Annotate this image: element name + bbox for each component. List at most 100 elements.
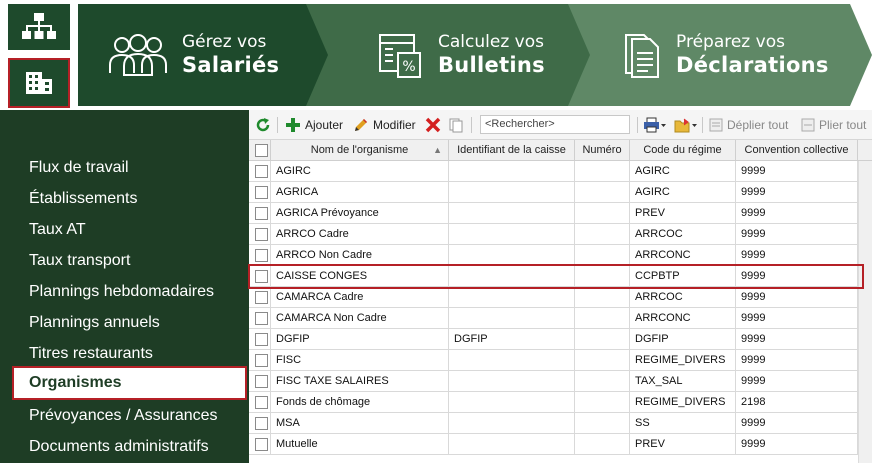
table-cell[interactable]: DGFIP — [271, 329, 449, 350]
table-cell[interactable]: 2198 — [736, 392, 858, 413]
table-cell[interactable]: 9999 — [736, 350, 858, 371]
row-checkbox[interactable] — [255, 270, 268, 283]
table-cell[interactable]: 9999 — [736, 266, 858, 287]
table-row[interactable]: AGRICA AGIRC 9999 — [249, 182, 858, 203]
row-checkbox[interactable] — [255, 207, 268, 220]
table-cell[interactable] — [449, 350, 575, 371]
table-row[interactable]: AGRICA Prévoyance PREV 9999 — [249, 203, 858, 224]
sidebar-item-etablissements[interactable]: Établissements — [29, 190, 138, 208]
sidebar-item-titres-restaurants[interactable]: Titres restaurants — [29, 345, 153, 363]
table-cell[interactable]: TAX_SAL — [630, 371, 736, 392]
table-cell[interactable]: 9999 — [736, 224, 858, 245]
table-cell[interactable]: AGIRC — [630, 182, 736, 203]
table-cell[interactable] — [575, 308, 630, 329]
table-cell[interactable]: Mutuelle — [271, 434, 449, 455]
step-bulletins[interactable]: % Calculez vos Bulletins — [300, 4, 590, 106]
collapse-all-button[interactable]: Plier tout — [801, 116, 866, 134]
row-checkbox[interactable] — [255, 396, 268, 409]
table-cell[interactable] — [575, 245, 630, 266]
header-convention[interactable]: Convention collective — [736, 140, 858, 161]
table-cell[interactable]: FISC TAXE SALAIRES — [271, 371, 449, 392]
table-cell[interactable] — [575, 287, 630, 308]
table-cell[interactable] — [449, 413, 575, 434]
table-cell[interactable]: ARRCO Non Cadre — [271, 245, 449, 266]
table-cell[interactable]: 9999 — [736, 203, 858, 224]
table-row[interactable]: MSA SS 9999 — [249, 413, 858, 434]
table-cell[interactable]: 9999 — [736, 413, 858, 434]
table-cell[interactable] — [575, 329, 630, 350]
table-cell[interactable] — [449, 203, 575, 224]
delete-button[interactable] — [425, 116, 441, 134]
table-cell[interactable]: 9999 — [736, 434, 858, 455]
sidebar-item-plannings-hebdo[interactable]: Plannings hebdomadaires — [29, 283, 214, 301]
sidebar-item-taux-transport[interactable]: Taux transport — [29, 252, 130, 270]
sidebar-item-flux[interactable]: Flux de travail — [29, 159, 129, 177]
table-cell[interactable]: 9999 — [736, 329, 858, 350]
table-cell[interactable]: 9999 — [736, 371, 858, 392]
expand-all-button[interactable]: Déplier tout — [709, 116, 788, 134]
table-cell[interactable] — [449, 287, 575, 308]
table-cell[interactable] — [449, 371, 575, 392]
table-cell[interactable]: CAISSE CONGES — [271, 266, 449, 287]
export-button[interactable] — [674, 116, 698, 134]
sidebar-item-taux-at[interactable]: Taux AT — [29, 221, 86, 239]
step-salaries[interactable]: Gérez vos Salariés — [78, 4, 328, 106]
table-cell[interactable]: AGIRC — [630, 161, 736, 182]
table-cell[interactable]: ARRCONC — [630, 308, 736, 329]
table-cell[interactable]: MSA — [271, 413, 449, 434]
table-cell[interactable] — [449, 308, 575, 329]
table-row[interactable]: FISC TAXE SALAIRES TAX_SAL 9999 — [249, 371, 858, 392]
row-checkbox[interactable] — [255, 354, 268, 367]
table-row[interactable]: AGIRC AGIRC 9999 — [249, 161, 858, 182]
copy-button[interactable] — [448, 116, 464, 134]
sidebar-item-organismes[interactable]: Organismes — [12, 366, 247, 400]
table-cell[interactable] — [575, 224, 630, 245]
table-cell[interactable]: ARRCOC — [630, 224, 736, 245]
table-cell[interactable] — [575, 203, 630, 224]
row-checkbox[interactable] — [255, 438, 268, 451]
table-cell[interactable]: FISC — [271, 350, 449, 371]
grid-vertical-scrollbar[interactable] — [858, 161, 872, 463]
org-chart-button[interactable] — [8, 4, 70, 50]
table-cell[interactable] — [449, 161, 575, 182]
table-row[interactable]: ARRCO Non Cadre ARRCONC 9999 — [249, 245, 858, 266]
table-cell[interactable]: DGFIP — [630, 329, 736, 350]
table-cell[interactable]: CAMARCA Non Cadre — [271, 308, 449, 329]
sidebar-item-documents[interactable]: Documents administratifs — [29, 438, 209, 456]
table-cell[interactable] — [575, 350, 630, 371]
row-checkbox[interactable] — [255, 375, 268, 388]
edit-button[interactable]: Modifier — [353, 116, 416, 134]
table-cell[interactable]: REGIME_DIVERS — [630, 350, 736, 371]
table-cell[interactable] — [575, 182, 630, 203]
table-cell[interactable] — [575, 371, 630, 392]
table-cell[interactable]: ARRCO Cadre — [271, 224, 449, 245]
header-nom[interactable]: Nom de l'organisme ▲ — [271, 140, 449, 161]
table-cell[interactable]: AGRICA Prévoyance — [271, 203, 449, 224]
table-cell[interactable] — [575, 434, 630, 455]
row-checkbox[interactable] — [255, 186, 268, 199]
step-declarations[interactable]: Préparez vos Déclarations — [560, 4, 872, 106]
refresh-button[interactable] — [255, 116, 271, 134]
row-checkbox[interactable] — [255, 333, 268, 346]
table-row[interactable]: ARRCO Cadre ARRCOC 9999 — [249, 224, 858, 245]
print-button[interactable] — [643, 116, 667, 134]
table-cell[interactable]: AGRICA — [271, 182, 449, 203]
sidebar-item-prevoyances[interactable]: Prévoyances / Assurances — [29, 407, 218, 425]
row-checkbox[interactable] — [255, 417, 268, 430]
table-cell[interactable]: CAMARCA Cadre — [271, 287, 449, 308]
header-identifiant[interactable]: Identifiant de la caisse — [449, 140, 575, 161]
table-cell[interactable]: CCPBTP — [630, 266, 736, 287]
table-cell[interactable] — [449, 392, 575, 413]
table-row[interactable]: Mutuelle PREV 9999 — [249, 434, 858, 455]
table-row[interactable]: FISC REGIME_DIVERS 9999 — [249, 350, 858, 371]
table-cell[interactable]: REGIME_DIVERS — [630, 392, 736, 413]
table-row[interactable]: Fonds de chômage REGIME_DIVERS 2198 — [249, 392, 858, 413]
row-checkbox[interactable] — [255, 291, 268, 304]
table-cell[interactable]: PREV — [630, 203, 736, 224]
table-row[interactable]: CAMARCA Non Cadre ARRCONC 9999 — [249, 308, 858, 329]
table-cell[interactable]: 9999 — [736, 287, 858, 308]
table-cell[interactable]: SS — [630, 413, 736, 434]
header-numero[interactable]: Numéro — [575, 140, 630, 161]
table-cell[interactable]: 9999 — [736, 161, 858, 182]
row-checkbox[interactable] — [255, 228, 268, 241]
